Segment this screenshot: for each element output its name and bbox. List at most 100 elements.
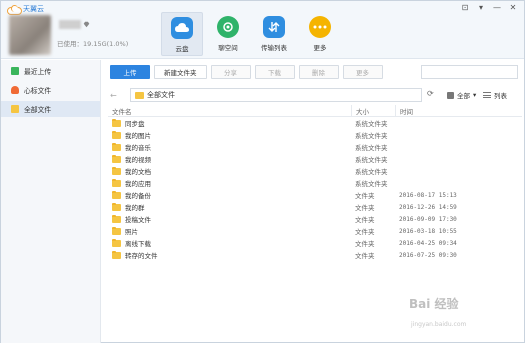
upload-button[interactable]: 上传 bbox=[110, 65, 150, 79]
tab-share-space-label: 聊空间 bbox=[218, 44, 238, 52]
username-blurred bbox=[59, 20, 81, 29]
cell-name: 转存的文件 bbox=[108, 250, 351, 260]
watermark: Bai 经验 bbox=[409, 297, 459, 311]
cell-size: 文件夹 bbox=[355, 216, 375, 224]
skin-icon[interactable]: ⊡ bbox=[460, 3, 470, 12]
table-row[interactable]: 照片 文件夹 2016-03-18 10:55 bbox=[108, 225, 522, 237]
cell-name: 同步盘 bbox=[108, 118, 351, 128]
cell-name: 我的音乐 bbox=[108, 142, 351, 152]
download-button[interactable]: 下载 bbox=[254, 65, 295, 79]
filter-all-dropdown[interactable]: 全部 ▾ bbox=[447, 90, 476, 100]
tab-share-space[interactable]: 聊空间 bbox=[207, 12, 249, 56]
table-row[interactable]: 我的群 文件夹 2016-12-26 14:59 bbox=[108, 201, 522, 213]
breadcrumb-current: 全部文件 bbox=[147, 91, 175, 99]
file-name[interactable]: 离线下载 bbox=[125, 238, 151, 248]
table-row[interactable]: 我的音乐 系统文件夹 bbox=[108, 141, 522, 153]
chevron-down-icon: ▾ bbox=[473, 91, 477, 99]
main-nav: 云盘 聊空间 传输列表 更多 bbox=[161, 12, 341, 56]
file-name[interactable]: 投稿文件 bbox=[125, 214, 151, 224]
header-time[interactable]: 时间 bbox=[395, 104, 522, 117]
search-input[interactable] bbox=[421, 65, 518, 79]
storage-usage: 已使用：19.15G(1.0%) bbox=[57, 40, 129, 48]
more-button[interactable]: 更多 bbox=[342, 65, 383, 79]
folder-icon bbox=[112, 178, 121, 187]
file-name[interactable]: 我的文档 bbox=[125, 166, 151, 176]
table-row[interactable]: 我的文档 系统文件夹 bbox=[108, 165, 522, 177]
table-row[interactable]: 我的图片 系统文件夹 bbox=[108, 129, 522, 141]
file-name[interactable]: 我的备份 bbox=[125, 190, 151, 200]
cell-time: 2016-08-17 15:13 bbox=[399, 191, 457, 199]
app-window: 天翼云 已使用：19.15G(1.0%) 云盘 聊空间 传输列表 更多 ⊡ ▾ … bbox=[0, 0, 525, 343]
folder-icon bbox=[112, 166, 121, 175]
cell-size: 文件夹 bbox=[355, 252, 375, 260]
minimize-icon[interactable]: — bbox=[492, 3, 502, 12]
tab-cloud-disk-label: 云盘 bbox=[175, 45, 189, 53]
sidebar-item-all-files[interactable]: 全部文件 bbox=[1, 101, 100, 117]
cell-size: 文件夹 bbox=[355, 228, 375, 236]
cell-size: 文件夹 bbox=[355, 240, 375, 248]
refresh-icon[interactable]: ⟳ bbox=[427, 89, 434, 98]
folder-icon bbox=[135, 91, 144, 99]
sidebar-item-label: 全部文件 bbox=[24, 106, 52, 114]
cell-size: 系统文件夹 bbox=[355, 156, 388, 164]
file-name[interactable]: 我的音乐 bbox=[125, 142, 151, 152]
tab-transfer-list-label: 传输列表 bbox=[261, 44, 287, 52]
cell-name: 我的视频 bbox=[108, 154, 351, 164]
tab-cloud-disk[interactable]: 云盘 bbox=[161, 12, 203, 56]
close-icon[interactable]: ✕ bbox=[508, 3, 518, 12]
more-icon bbox=[309, 16, 331, 38]
sidebar: 最近上传 心标文件 全部文件 bbox=[1, 60, 101, 343]
file-name[interactable]: 同步盘 bbox=[125, 118, 145, 128]
delete-button[interactable]: 删除 bbox=[298, 65, 339, 79]
file-name[interactable]: 我的应用 bbox=[125, 178, 151, 188]
folder-icon bbox=[11, 105, 19, 113]
table-header: 文件名 大小 时间 bbox=[108, 104, 522, 117]
header-size[interactable]: 大小 bbox=[351, 104, 395, 117]
table-row[interactable]: 我的视频 系统文件夹 bbox=[108, 153, 522, 165]
view-list-toggle[interactable]: 列表 bbox=[483, 90, 507, 100]
cloud-logo-icon bbox=[7, 5, 22, 15]
file-name[interactable]: 我的群 bbox=[125, 202, 145, 212]
back-button[interactable]: ← bbox=[110, 91, 122, 100]
cell-name: 投稿文件 bbox=[108, 214, 351, 224]
file-name[interactable]: 我的视频 bbox=[125, 154, 151, 164]
view-list-label: 列表 bbox=[494, 92, 507, 100]
file-name[interactable]: 转存的文件 bbox=[125, 250, 158, 260]
header-name[interactable]: 文件名 bbox=[108, 106, 351, 116]
table-row[interactable]: 同步盘 系统文件夹 bbox=[108, 117, 522, 129]
cell-time: 2016-07-25 09:30 bbox=[399, 251, 457, 259]
tab-transfer-list[interactable]: 传输列表 bbox=[253, 12, 295, 56]
file-name[interactable]: 我的图片 bbox=[125, 130, 151, 140]
cloud-disk-icon bbox=[171, 17, 193, 39]
folder-icon bbox=[112, 118, 121, 127]
folder-icon bbox=[112, 190, 121, 199]
folder-icon bbox=[112, 250, 121, 259]
cell-size: 系统文件夹 bbox=[355, 120, 388, 128]
cell-size: 系统文件夹 bbox=[355, 168, 388, 176]
tab-more[interactable]: 更多 bbox=[299, 12, 341, 56]
avatar[interactable] bbox=[9, 15, 51, 55]
transfer-icon bbox=[263, 16, 285, 38]
table-row[interactable]: 转存的文件 文件夹 2016-07-25 09:30 bbox=[108, 249, 522, 261]
file-name[interactable]: 照片 bbox=[125, 226, 138, 236]
cell-name: 离线下载 bbox=[108, 238, 351, 248]
path-bar: ← 全部文件 ⟳ 全部 ▾ 列表 bbox=[110, 88, 520, 102]
share-button[interactable]: 分享 bbox=[210, 65, 251, 79]
cell-size: 系统文件夹 bbox=[355, 144, 388, 152]
folder-icon bbox=[112, 154, 121, 163]
tab-more-label: 更多 bbox=[313, 44, 327, 52]
grid-icon bbox=[447, 91, 454, 99]
breadcrumb[interactable]: 全部文件 bbox=[130, 88, 422, 102]
cell-size: 系统文件夹 bbox=[355, 180, 388, 188]
table-row[interactable]: 离线下载 文件夹 2016-04-25 09:34 bbox=[108, 237, 522, 249]
cell-name: 我的应用 bbox=[108, 178, 351, 188]
sidebar-item-starred[interactable]: 心标文件 bbox=[1, 82, 100, 98]
folder-icon bbox=[112, 238, 121, 247]
sidebar-item-recent-upload[interactable]: 最近上传 bbox=[1, 63, 100, 79]
table-row[interactable]: 我的备份 文件夹 2016-08-17 15:13 bbox=[108, 189, 522, 201]
vip-diamond-icon[interactable] bbox=[83, 21, 90, 28]
table-row[interactable]: 投稿文件 文件夹 2016-09-09 17:30 bbox=[108, 213, 522, 225]
table-row[interactable]: 我的应用 系统文件夹 bbox=[108, 177, 522, 189]
menu-icon[interactable]: ▾ bbox=[476, 3, 486, 12]
new-folder-button[interactable]: 新建文件夹 bbox=[154, 65, 207, 79]
